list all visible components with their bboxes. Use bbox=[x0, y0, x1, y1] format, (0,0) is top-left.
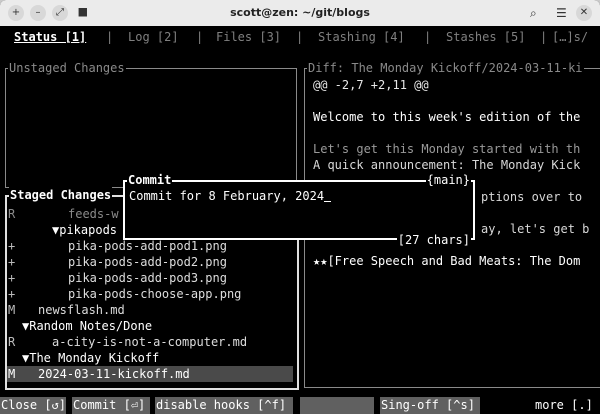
staged-folder-item[interactable]: ▼pikapods bbox=[52, 222, 117, 238]
terminal-content: Status [1] | Log [2] | Files [3] | Stash… bbox=[0, 26, 600, 414]
commit-message-text: Commit for 8 February, 2024 bbox=[129, 189, 325, 203]
menu-icon[interactable]: ☰ bbox=[556, 5, 567, 21]
staged-file-item[interactable]: newsflash.md bbox=[38, 302, 125, 318]
staged-file-item[interactable]: pika-pods-add-pod2.png bbox=[68, 254, 227, 270]
close-icon[interactable]: ✕ bbox=[576, 5, 592, 21]
empty-key-slot bbox=[300, 397, 374, 414]
staged-file-item[interactable]: pika-pods-add-pod1.png bbox=[68, 238, 227, 254]
tab-stashing[interactable]: Stashing [4] bbox=[318, 29, 405, 45]
tab-more[interactable]: […]s/ bbox=[552, 29, 588, 45]
tab-separator: | bbox=[296, 30, 304, 44]
tab-separator: | bbox=[540, 30, 548, 44]
tab-files[interactable]: Files [3] bbox=[216, 29, 281, 45]
char-count: [27 chars] bbox=[396, 232, 471, 248]
staged-file-item[interactable]: pika-pods-choose-app.png bbox=[68, 286, 241, 302]
staged-folder-item[interactable]: ▼The Monday Kickoff bbox=[22, 350, 159, 366]
file-status: M bbox=[8, 367, 16, 381]
commit-message-input[interactable]: Commit for 8 February, 2024 bbox=[129, 188, 332, 204]
terminal-window: + – ⤢ ⯀ scott@zen: ~/git/blogs ⌕ ☰ ✕ Sta… bbox=[0, 0, 600, 414]
diff-hunk-header: @@ -2,7 +2,11 @@ bbox=[313, 78, 429, 92]
tab-log[interactable]: Log [2] bbox=[128, 29, 179, 45]
branch-label: {main} bbox=[425, 172, 471, 188]
unstaged-changes-panel[interactable]: Unstaged Changes bbox=[5, 60, 297, 188]
staged-file-item[interactable]: pika-pods-add-pod3.png bbox=[68, 270, 227, 286]
staged-file-item[interactable]: a-city-is-not-a-computer.md bbox=[52, 334, 247, 350]
more-button[interactable]: more [.] bbox=[534, 397, 598, 414]
disable-hooks-button[interactable]: disable hooks [^f] bbox=[155, 397, 293, 414]
file-status: R bbox=[8, 335, 16, 349]
file-status: R bbox=[8, 207, 16, 221]
diff-line-removed: Let's get this Monday started with th bbox=[313, 142, 581, 156]
diff-line: ay, let's get b bbox=[481, 222, 590, 236]
tab-separator: | bbox=[106, 30, 114, 44]
staged-file-item[interactable]: feeds-w bbox=[68, 206, 119, 222]
diff-line: Welcome to this week's edition of the bbox=[313, 110, 581, 124]
file-status: M bbox=[8, 303, 16, 317]
file-status: + bbox=[8, 255, 16, 269]
diff-line: ★★[Free Speech and Bad Meats: The Dom bbox=[313, 254, 581, 268]
staged-changes-title: Staged Changes bbox=[9, 187, 113, 203]
staged-file-item-selected[interactable]: 2024-03-11-kickoff.md bbox=[38, 366, 190, 382]
search-icon[interactable]: ⌕ bbox=[530, 5, 537, 21]
file-status: + bbox=[8, 271, 16, 285]
unstaged-changes-title: Unstaged Changes bbox=[8, 60, 126, 76]
commit-dialog: Commit {main} Commit for 8 February, 202… bbox=[123, 172, 475, 248]
text-cursor bbox=[324, 188, 332, 202]
diff-title: Diff: The Monday Kickoff/2024-03-11-ki bbox=[307, 60, 584, 76]
close-button[interactable]: Close [↺] bbox=[0, 397, 66, 414]
commit-dialog-title: Commit bbox=[127, 172, 173, 188]
tab-status[interactable]: Status [1] bbox=[14, 29, 86, 45]
file-status: + bbox=[8, 287, 16, 301]
file-status: + bbox=[8, 239, 16, 253]
window-title: scott@zen: ~/git/blogs bbox=[230, 6, 370, 19]
staged-folder-item[interactable]: ▼Random Notes/Done bbox=[22, 318, 152, 334]
title-bar: + – ⤢ ⯀ scott@zen: ~/git/blogs ⌕ ☰ ✕ bbox=[0, 0, 600, 26]
diff-line: A quick announcement: The Monday Kick bbox=[313, 158, 581, 172]
tab-separator: | bbox=[196, 30, 204, 44]
signoff-button[interactable]: Sing-off [^s] bbox=[380, 397, 480, 414]
tab-separator: | bbox=[424, 30, 432, 44]
tab-stashes[interactable]: Stashes [5] bbox=[446, 29, 525, 45]
diff-line: ptions over to bbox=[481, 190, 583, 204]
commit-button[interactable]: Commit [⏎] bbox=[72, 397, 150, 414]
